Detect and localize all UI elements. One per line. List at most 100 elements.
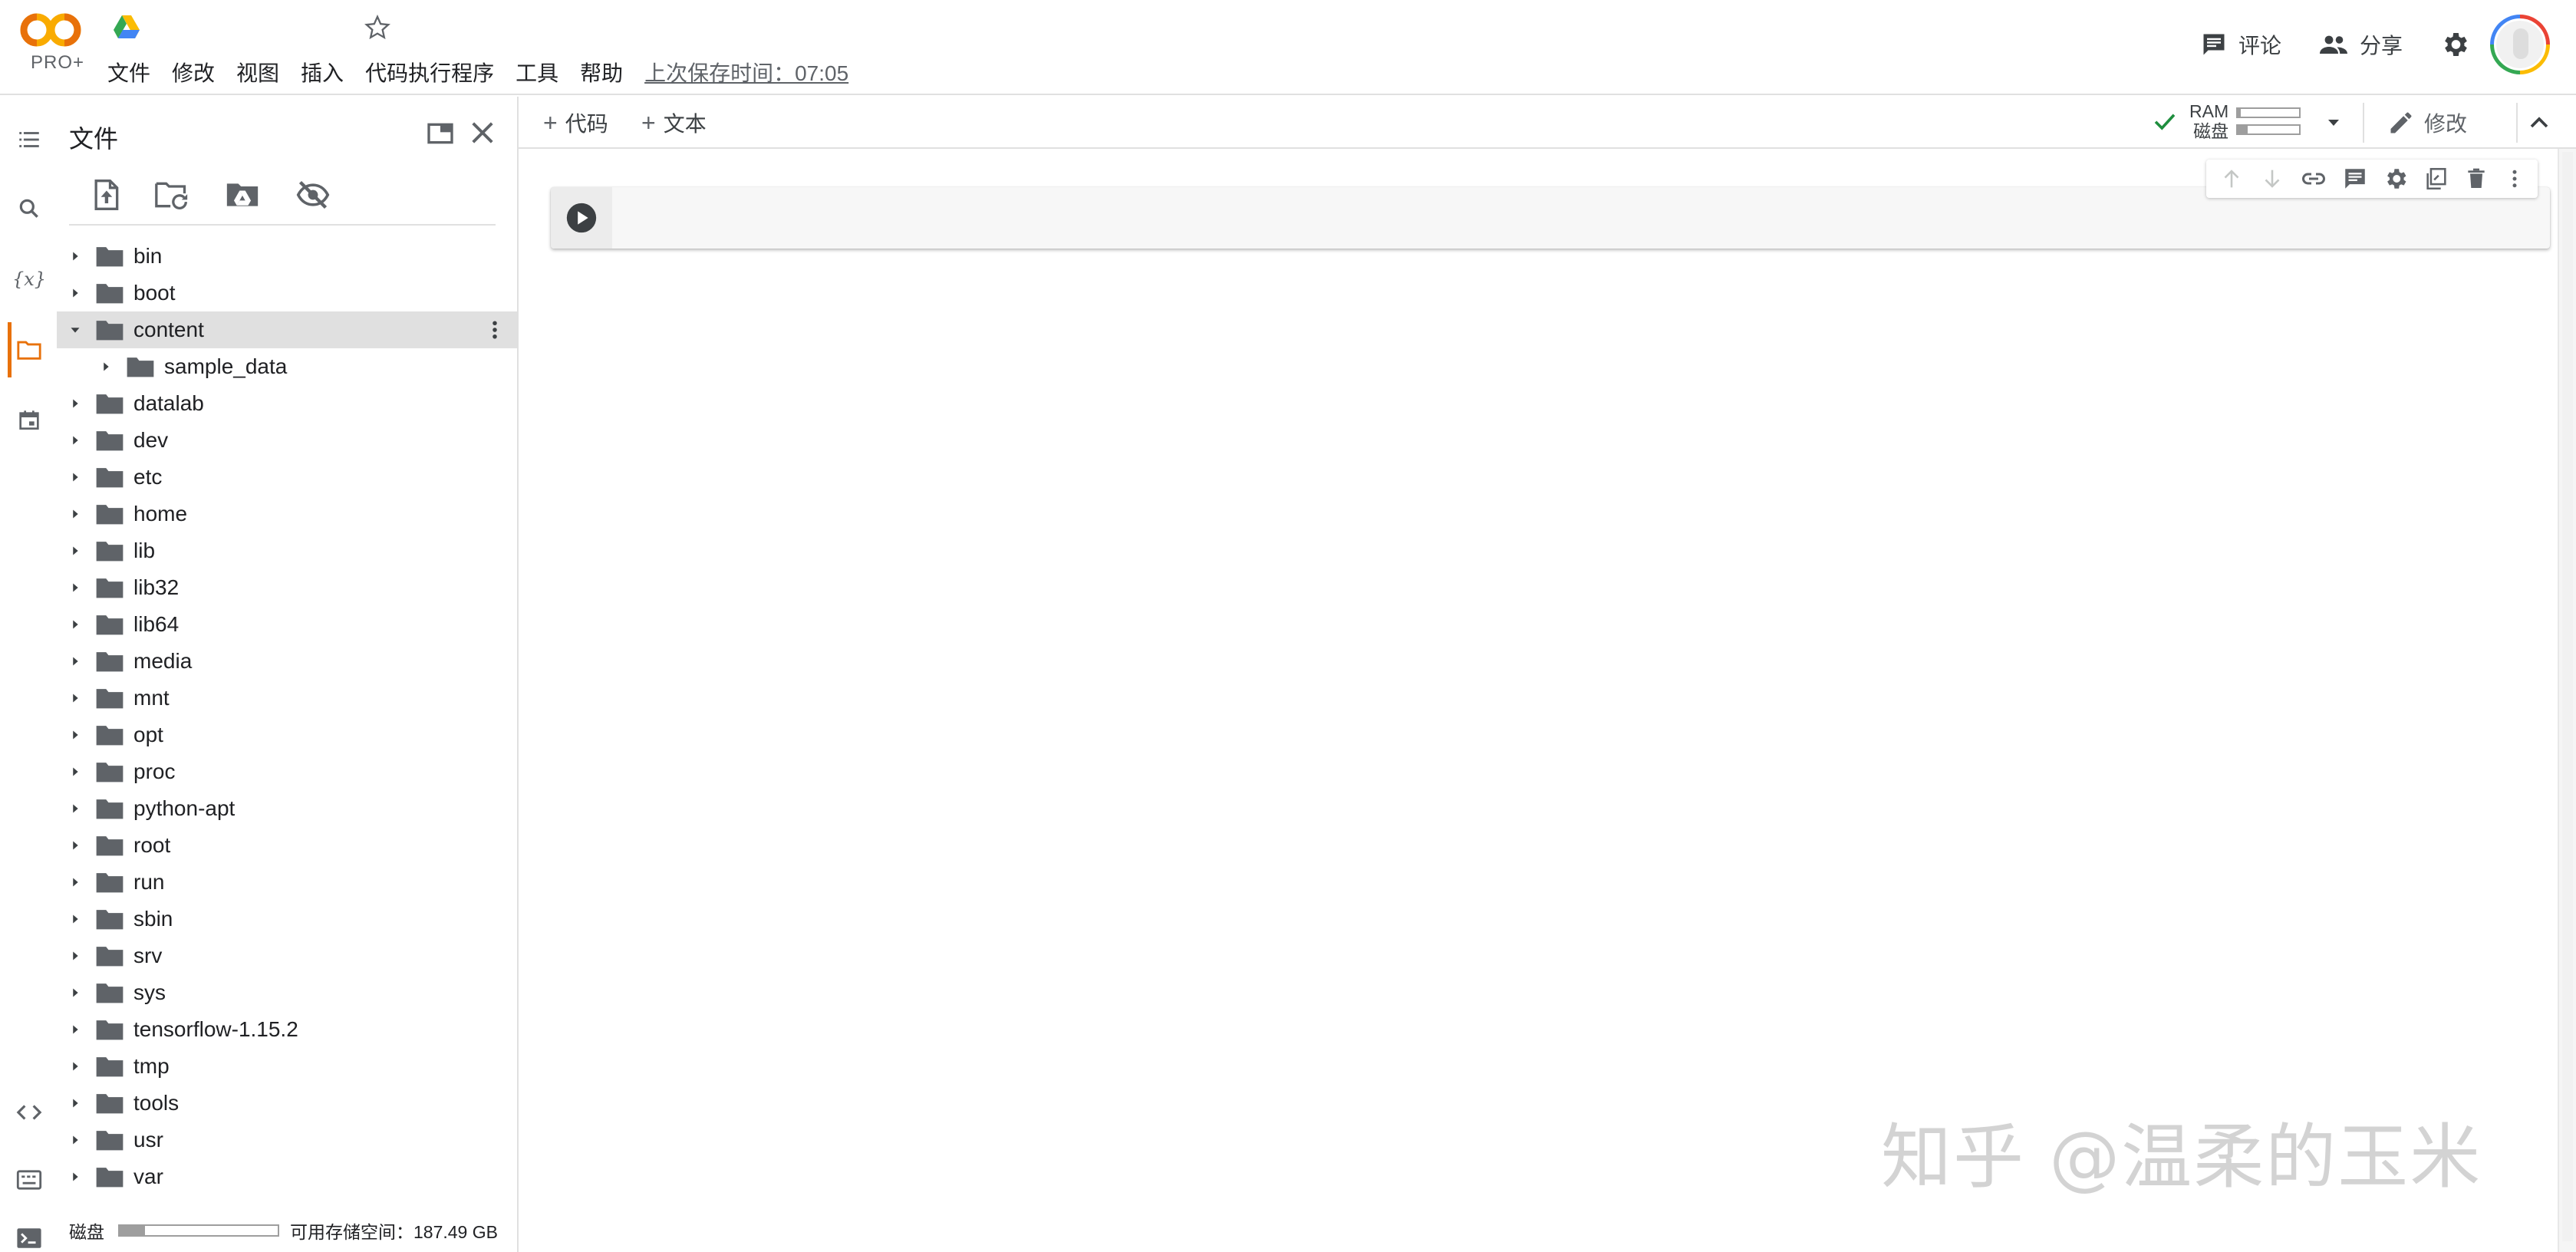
tree-item-sample-data[interactable]: sample_data — [57, 348, 517, 385]
tree-item-tensorflow-1-15-2[interactable]: tensorflow-1.15.2 — [57, 1011, 517, 1048]
expand-toggle[interactable] — [64, 614, 86, 635]
settings-icon[interactable] — [2383, 166, 2409, 192]
terminal-button[interactable] — [14, 1223, 44, 1252]
tree-item-mnt[interactable]: mnt — [57, 680, 517, 717]
link-icon[interactable] — [2300, 165, 2327, 193]
expand-toggle[interactable] — [64, 871, 86, 893]
tree-item-srv[interactable]: srv — [57, 937, 517, 974]
mirror-cell-icon[interactable] — [2423, 166, 2449, 192]
expand-toggle[interactable] — [64, 540, 86, 562]
tree-item-sbin[interactable]: sbin — [57, 901, 517, 937]
more-icon[interactable] — [2503, 166, 2526, 192]
expand-toggle[interactable] — [64, 1129, 86, 1151]
expand-toggle[interactable] — [64, 282, 86, 304]
expand-toggle[interactable] — [64, 651, 86, 672]
tree-item-datalab[interactable]: datalab — [57, 385, 517, 422]
tree-item-dev[interactable]: dev — [57, 422, 517, 459]
add-code-button[interactable]: + 代码 — [543, 107, 608, 138]
colab-logo[interactable]: PRO+ — [20, 11, 104, 73]
chevron-down-icon[interactable] — [2323, 114, 2344, 132]
menu-help[interactable]: 帮助 — [580, 57, 623, 87]
menu-runtime[interactable]: 代码执行程序 — [365, 57, 494, 87]
tree-item-etc[interactable]: etc — [57, 459, 517, 496]
expand-toggle[interactable] — [64, 761, 86, 782]
close-icon[interactable] — [466, 117, 499, 149]
expand-toggle[interactable] — [64, 245, 86, 267]
expand-toggle[interactable] — [64, 466, 86, 488]
chevron-up-icon[interactable] — [2524, 107, 2555, 138]
vertical-scrollbar[interactable] — [2558, 149, 2576, 1252]
expand-toggle[interactable] — [64, 908, 86, 930]
google-drive-icon[interactable] — [114, 15, 140, 38]
tree-item-boot[interactable]: boot — [57, 275, 517, 311]
tree-item-opt[interactable]: opt — [57, 717, 517, 753]
star-icon[interactable] — [362, 12, 393, 43]
user-avatar[interactable] — [2490, 15, 2550, 74]
expand-toggle[interactable] — [64, 1166, 86, 1188]
menu-file[interactable]: 文件 — [107, 57, 150, 87]
tree-item-lib32[interactable]: lib32 — [57, 569, 517, 606]
calendar-button[interactable] — [14, 405, 44, 436]
delete-icon[interactable] — [2464, 166, 2489, 192]
expand-toggle[interactable] — [64, 687, 86, 709]
command-palette-button[interactable] — [14, 1165, 44, 1195]
variables-button[interactable]: {x} — [12, 264, 46, 295]
expand-toggle[interactable] — [64, 982, 86, 1003]
refresh-folder-icon[interactable] — [153, 178, 190, 212]
tree-item-content[interactable]: content — [57, 311, 517, 348]
tree-item-proc[interactable]: proc — [57, 753, 517, 790]
menu-edit[interactable]: 修改 — [172, 57, 215, 87]
scrollbar-thumb[interactable] — [2562, 152, 2573, 1241]
tree-item-sys[interactable]: sys — [57, 974, 517, 1011]
expand-toggle[interactable] — [64, 835, 86, 856]
files-button[interactable] — [8, 322, 44, 377]
tree-item-python-apt[interactable]: python-apt — [57, 790, 517, 827]
expand-toggle[interactable] — [64, 798, 86, 819]
hide-files-icon[interactable] — [295, 178, 331, 212]
tree-item-root[interactable]: root — [57, 827, 517, 864]
resources-indicator[interactable]: RAM 磁盘 — [2151, 101, 2301, 141]
comment-icon[interactable] — [2342, 166, 2368, 192]
open-in-tab-icon[interactable] — [425, 118, 456, 149]
expand-toggle[interactable] — [64, 430, 86, 451]
upload-file-icon[interactable] — [89, 178, 123, 212]
expand-toggle[interactable] — [64, 393, 86, 414]
tree-item-media[interactable]: media — [57, 643, 517, 680]
tree-item-lib[interactable]: lib — [57, 532, 517, 569]
move-down-icon[interactable] — [2259, 166, 2285, 192]
expand-toggle[interactable] — [64, 319, 86, 341]
tree-item-usr[interactable]: usr — [57, 1122, 517, 1158]
comment-button[interactable]: 评论 — [2200, 29, 2281, 60]
last-saved-link[interactable]: 上次保存时间：07:05 — [644, 57, 848, 87]
expand-toggle[interactable] — [64, 945, 86, 967]
expand-toggle[interactable] — [64, 724, 86, 746]
mount-drive-icon[interactable] — [224, 178, 261, 212]
move-up-icon[interactable] — [2219, 166, 2245, 192]
expand-toggle[interactable] — [95, 356, 117, 377]
add-text-button[interactable]: + 文本 — [641, 107, 707, 138]
folder-icon — [96, 542, 124, 562]
toc-button[interactable] — [14, 124, 44, 155]
menu-tools[interactable]: 工具 — [516, 57, 558, 87]
expand-toggle[interactable] — [64, 577, 86, 598]
menu-view[interactable]: 视图 — [236, 57, 279, 87]
more-options-icon[interactable] — [483, 318, 506, 342]
tree-item-home[interactable]: home — [57, 496, 517, 532]
run-cell-icon[interactable] — [564, 200, 599, 236]
tree-item-run[interactable]: run — [57, 864, 517, 901]
share-button[interactable]: 分享 — [2318, 29, 2403, 60]
menu-insert[interactable]: 插入 — [301, 57, 344, 87]
tree-item-tmp[interactable]: tmp — [57, 1048, 517, 1085]
edit-button[interactable]: 修改 — [2387, 107, 2467, 138]
code-snippets-button[interactable] — [14, 1097, 44, 1128]
settings-gear-icon[interactable] — [2439, 29, 2470, 60]
tree-item-bin[interactable]: bin — [57, 238, 517, 275]
tree-item-tools[interactable]: tools — [57, 1085, 517, 1122]
expand-toggle[interactable] — [64, 1092, 86, 1114]
expand-toggle[interactable] — [64, 503, 86, 525]
expand-toggle[interactable] — [64, 1056, 86, 1077]
search-button[interactable] — [14, 193, 44, 224]
expand-toggle[interactable] — [64, 1019, 86, 1040]
tree-item-lib64[interactable]: lib64 — [57, 606, 517, 643]
tree-item-var[interactable]: var — [57, 1158, 517, 1195]
